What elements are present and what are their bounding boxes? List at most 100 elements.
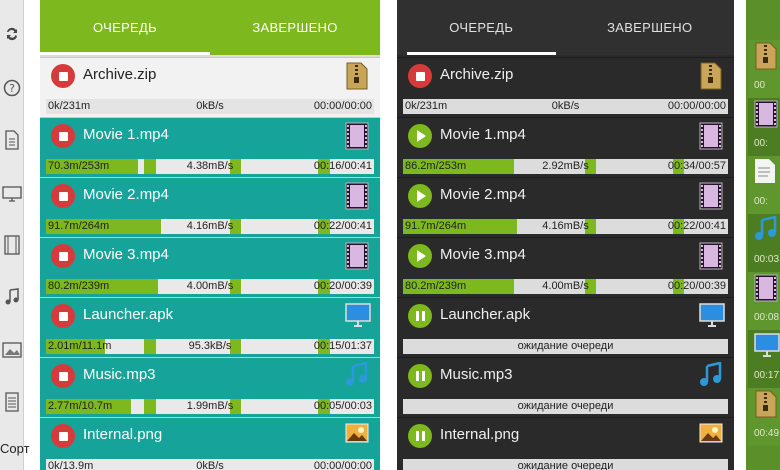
dark-tabbar: ОЧЕРЕДЬ ЗАВЕРШЕНО xyxy=(397,0,734,55)
tab-completed-label: ЗАВЕРШЕНО xyxy=(607,20,693,35)
progress-chunk xyxy=(500,279,512,294)
svg-text:?: ? xyxy=(9,82,15,95)
video-icon xyxy=(699,122,723,150)
stop-button[interactable] xyxy=(51,124,75,148)
download-row[interactable]: Launcher.apk 2.01m/11.1m 95.3kB/s 00:15/01:… xyxy=(40,297,380,357)
progress-bar: 80.2m/239m 4.00mB/s 00:20/00:39 xyxy=(403,279,728,294)
download-row[interactable]: Movie 2.mp4 91.7m/264m 4.16mB/s 00:22/00:41 xyxy=(397,177,734,237)
file-name: Launcher.apk xyxy=(440,306,531,323)
cropped-time: 00:17 xyxy=(754,370,780,381)
cropped-time: 00: xyxy=(754,138,768,149)
music-note-icon xyxy=(754,215,778,247)
film-icon[interactable] xyxy=(0,233,24,257)
downloaded-size: 0k/231m xyxy=(405,100,448,112)
file-name: Launcher.apk xyxy=(83,306,174,323)
music-icon[interactable] xyxy=(0,285,24,309)
image-icon[interactable] xyxy=(0,338,24,362)
time-remaining: 00:16/00:41 xyxy=(313,160,372,172)
download-row[interactable]: Internal.png 0k/13.9m 0kB/s 00:00/00:00 xyxy=(40,417,380,470)
download-speed: 4.16mB/s xyxy=(186,220,234,232)
file-name: Internal.png xyxy=(83,426,163,443)
play-button[interactable] xyxy=(408,244,432,268)
pause-button[interactable] xyxy=(408,424,432,448)
play-button[interactable] xyxy=(408,124,432,148)
desktop-icon[interactable] xyxy=(0,182,24,206)
waiting-status: ожидание очереди xyxy=(517,340,614,352)
progress-bar: ожидание очереди xyxy=(403,399,728,414)
tab-completed[interactable]: ЗАВЕРШЕНО xyxy=(210,0,380,55)
time-remaining: 00:00/00:00 xyxy=(313,460,372,470)
cropped-time: 00 xyxy=(754,80,766,91)
download-row[interactable]: Music.mp3 ожидание очереди xyxy=(397,357,734,417)
stop-button[interactable] xyxy=(51,424,75,448)
download-row[interactable]: Archive.zip 0k/231m 0kB/s 00:00/00:00 xyxy=(397,57,734,117)
waiting-status: ожидание очереди xyxy=(517,400,614,412)
light-queue-panel: ОЧЕРЕДЬ ЗАВЕРШЕНО Archive.zip 0k/231m 0kB/… xyxy=(40,0,380,470)
downloaded-size: 91.7m/264m xyxy=(48,220,110,232)
cropped-row: 00: xyxy=(748,156,780,214)
time-remaining: 00:20/00:39 xyxy=(313,280,372,292)
cropped-time: 00:03 xyxy=(754,254,780,265)
list-icon[interactable] xyxy=(0,390,24,414)
cropped-row: 00:49 xyxy=(748,388,780,446)
download-row[interactable]: Music.mp3 2.77m/10.7m 1.99mB/s 00:05/00:03 xyxy=(40,357,380,417)
tab-indicator xyxy=(40,52,210,55)
download-row[interactable]: Movie 3.mp4 80.2m/239m 4.00mB/s 00:20/00:39 xyxy=(397,237,734,297)
downloaded-size: 80.2m/239m xyxy=(405,280,467,292)
download-speed: 2.92mB/s xyxy=(542,160,589,172)
stop-button[interactable] xyxy=(51,304,75,328)
progress-chunk xyxy=(144,339,156,354)
download-speed: 0kB/s xyxy=(196,460,224,470)
video-icon xyxy=(754,100,778,133)
progress-bar: ожидание очереди xyxy=(403,339,728,354)
sort-label[interactable]: Сорт xyxy=(0,441,40,456)
tab-completed[interactable]: ЗАВЕРШЕНО xyxy=(566,0,735,55)
pause-button[interactable] xyxy=(408,364,432,388)
download-speed: 4.16mB/s xyxy=(542,220,589,232)
download-row[interactable]: Launcher.apk ожидание очереди xyxy=(397,297,734,357)
play-button[interactable] xyxy=(408,184,432,208)
stop-button[interactable] xyxy=(51,364,75,388)
stop-button[interactable] xyxy=(51,64,75,88)
video-icon xyxy=(754,274,778,307)
file-name: Music.mp3 xyxy=(440,366,513,383)
download-row[interactable]: Movie 1.mp4 86.2m/253m 2.92mB/s 00:34/00:57 xyxy=(397,117,734,177)
stop-button[interactable] xyxy=(51,184,75,208)
download-row[interactable]: Movie 2.mp4 91.7m/264m 4.16mB/s 00:22/00:41 xyxy=(40,177,380,237)
time-remaining: 00:05/00:03 xyxy=(313,400,372,412)
monitor-icon xyxy=(699,302,725,330)
screenshot-root: { "colors": { "accent_green": "#7cb81e",… xyxy=(0,0,780,470)
progress-chunk xyxy=(144,399,156,414)
stop-button[interactable] xyxy=(408,64,432,88)
archive-icon xyxy=(754,42,778,75)
time-remaining: 00:00/00:00 xyxy=(667,100,726,112)
download-speed: 0kB/s xyxy=(551,100,580,112)
download-row[interactable]: Movie 3.mp4 80.2m/239m 4.00mB/s 00:20/00:39 xyxy=(40,237,380,297)
progress-bar: 91.7m/264m 4.16mB/s 00:22/00:41 xyxy=(403,219,728,234)
progress-chunk xyxy=(144,219,156,234)
help-icon[interactable]: ? xyxy=(0,76,24,100)
cropped-row: 00:08 xyxy=(748,272,780,330)
file-name: Movie 1.mp4 xyxy=(440,126,526,143)
time-remaining: 00:34/00:57 xyxy=(667,160,726,172)
file-name: Archive.zip xyxy=(440,66,514,83)
progress-chunk xyxy=(144,279,156,294)
tab-queue[interactable]: ОЧЕРЕДЬ xyxy=(40,0,210,55)
file-name: Movie 3.mp4 xyxy=(83,246,169,263)
stop-button[interactable] xyxy=(51,244,75,268)
download-row[interactable]: Movie 1.mp4 70.3m/253m 4.38mB/s 00:16/00:41 xyxy=(40,117,380,177)
downloaded-size: 0k/231m xyxy=(48,100,91,112)
file-name: Movie 2.mp4 xyxy=(440,186,526,203)
progress-chunk xyxy=(500,159,512,174)
progress-bar: ожидание очереди xyxy=(403,459,728,470)
archive-icon xyxy=(345,62,369,90)
document-icon[interactable] xyxy=(0,128,24,152)
tab-queue[interactable]: ОЧЕРЕДЬ xyxy=(397,0,566,55)
downloaded-size: 2.77m/10.7m xyxy=(48,400,113,412)
download-row[interactable]: Internal.png ожидание очереди xyxy=(397,417,734,470)
cropped-row: 00 xyxy=(748,40,780,98)
download-row[interactable]: Archive.zip 0k/231m 0kB/s 00:00/00:00 xyxy=(40,57,380,117)
video-icon xyxy=(345,122,369,150)
refresh-icon[interactable] xyxy=(0,22,24,46)
pause-button[interactable] xyxy=(408,304,432,328)
